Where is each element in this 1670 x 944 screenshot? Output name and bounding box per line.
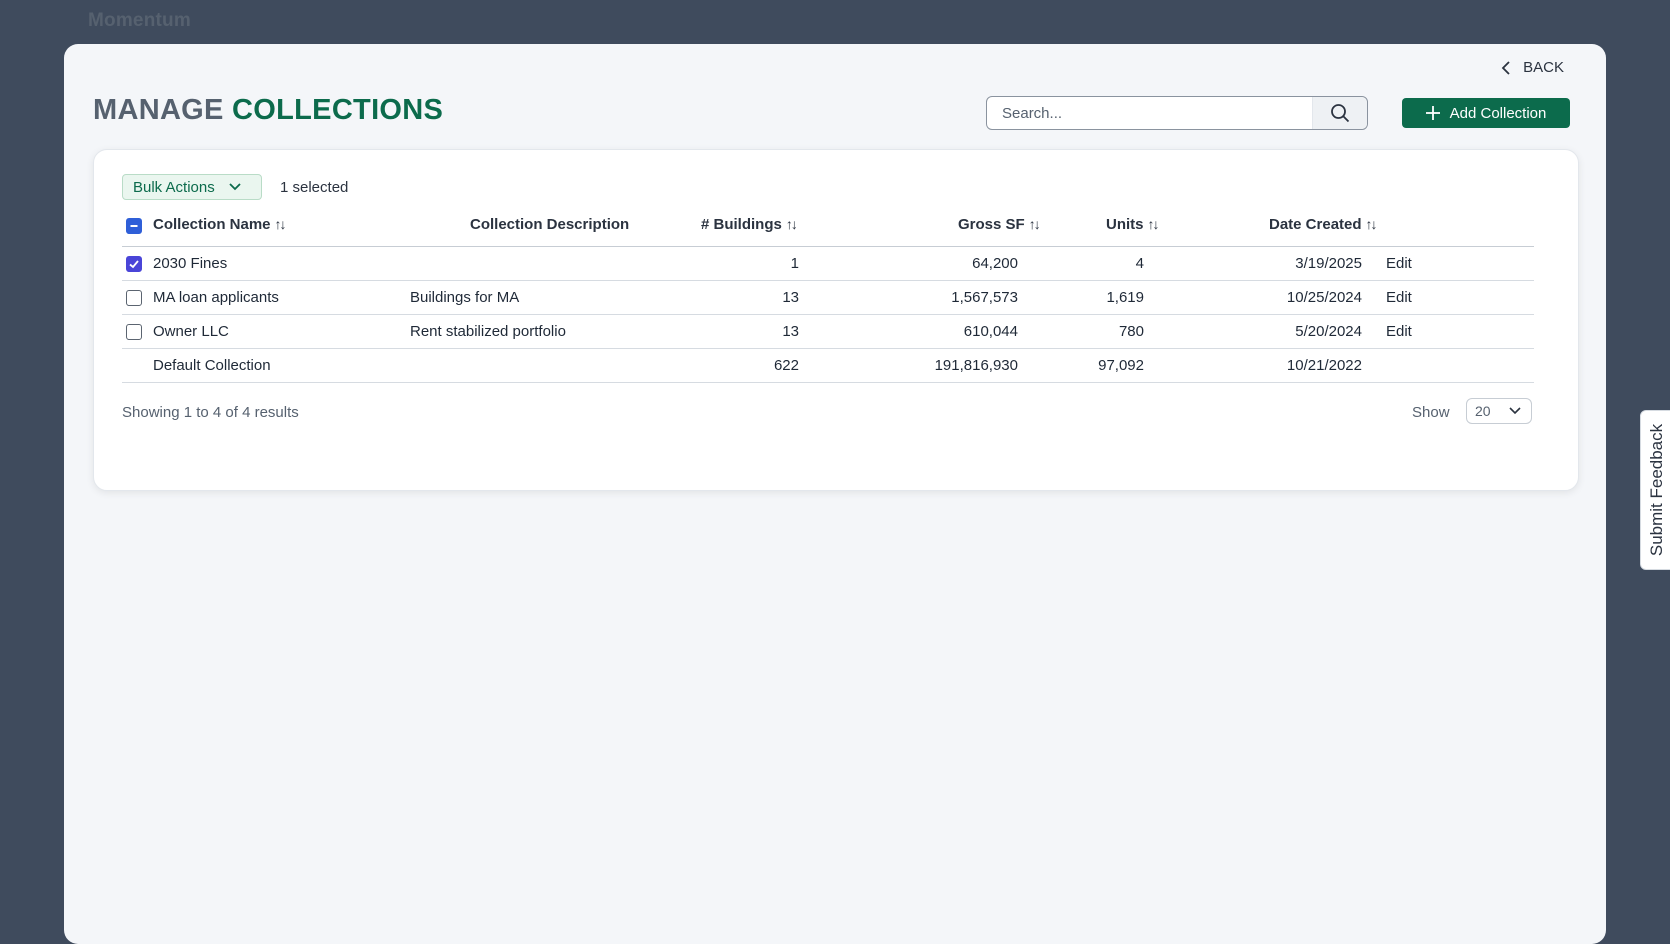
column-header-units-label: Units (1106, 216, 1144, 233)
row-divider (122, 348, 1534, 349)
column-header-buildings[interactable]: # Buildings ↑↓ (701, 216, 798, 233)
cell-buildings: 13 (782, 323, 799, 340)
page-size-value: 20 (1475, 403, 1491, 419)
cell-gross-sf: 610,044 (963, 323, 1018, 340)
cell-date-created: 5/20/2024 (1295, 323, 1362, 340)
row-checkbox[interactable] (126, 324, 142, 340)
cell-date-created: 3/19/2025 (1295, 255, 1362, 272)
bulk-actions-label: Bulk Actions (133, 178, 215, 196)
row-divider (122, 382, 1534, 383)
search-input[interactable] (987, 103, 1314, 123)
search-button[interactable] (1312, 97, 1367, 129)
column-header-units[interactable]: Units ↑↓ (1106, 216, 1160, 233)
search-box (986, 96, 1368, 130)
cell-units: 97,092 (1098, 357, 1144, 374)
results-summary: Showing 1 to 4 of 4 results (122, 404, 299, 421)
column-header-gross-sf[interactable]: Gross SF ↑↓ (958, 216, 1041, 233)
chevron-down-icon (1509, 407, 1521, 415)
row-checkbox[interactable] (126, 290, 142, 306)
cell-gross-sf: 1,567,573 (951, 289, 1018, 306)
chevron-down-icon (229, 183, 241, 191)
sort-icon: ↑↓ (1147, 216, 1160, 232)
sort-icon: ↑↓ (1365, 216, 1378, 232)
submit-feedback-label: Submit Feedback (1647, 423, 1666, 557)
cell-units: 4 (1135, 255, 1144, 272)
search-icon (1331, 104, 1350, 123)
page-title-part1: MANAGE (93, 94, 224, 126)
page-title-part2: COLLECTIONS (232, 94, 444, 126)
sort-icon: ↑↓ (1028, 216, 1041, 232)
cell-name: Default Collection (153, 357, 271, 374)
column-header-name[interactable]: Collection Name ↑↓ (153, 216, 287, 233)
chevron-left-icon (1501, 60, 1510, 75)
sort-icon: ↑↓ (274, 216, 287, 232)
page-title: MANAGE COLLECTIONS (93, 94, 443, 127)
cell-buildings: 13 (782, 289, 799, 306)
column-header-date-created[interactable]: Date Created ↑↓ (1269, 216, 1378, 233)
bulk-actions-dropdown[interactable]: Bulk Actions (122, 174, 262, 200)
page-size-label: Show (1412, 404, 1450, 421)
column-header-description: Collection Description (470, 216, 630, 233)
back-label: BACK (1523, 59, 1564, 76)
minus-icon (130, 225, 138, 227)
cell-name: Owner LLC (153, 323, 229, 340)
cell-gross-sf: 64,200 (972, 255, 1018, 272)
column-header-buildings-label: # Buildings (701, 216, 782, 233)
edit-link[interactable]: Edit (1386, 289, 1412, 306)
main-panel: BACK MANAGE COLLECTIONS Add Collection B… (64, 44, 1606, 944)
select-all-checkbox[interactable] (126, 218, 142, 234)
selected-count: 1 selected (280, 179, 349, 196)
column-header-gross-sf-label: Gross SF (958, 216, 1025, 233)
cell-date-created: 10/21/2022 (1286, 357, 1362, 374)
cell-name: 2030 Fines (153, 255, 228, 272)
submit-feedback-tab[interactable]: Submit Feedback (1640, 410, 1670, 570)
add-collection-button[interactable]: Add Collection (1402, 98, 1570, 128)
cell-buildings: 622 (773, 357, 799, 374)
page-size-select[interactable]: 20 (1466, 398, 1532, 424)
row-checkbox[interactable] (126, 256, 142, 272)
cell-description: Rent stabilized portfolio (410, 323, 566, 340)
edit-link[interactable]: Edit (1386, 323, 1412, 340)
collections-card: Bulk Actions 1 selected Collection Name ↑… (93, 149, 1579, 491)
column-header-date-created-label: Date Created (1269, 216, 1362, 233)
header-divider (122, 246, 1534, 247)
add-collection-label: Add Collection (1449, 104, 1547, 122)
row-divider (122, 314, 1534, 315)
sort-icon: ↑↓ (785, 216, 798, 232)
row-divider (122, 280, 1534, 281)
app-brand: Momentum (88, 10, 191, 31)
cell-gross-sf: 191,816,930 (934, 357, 1018, 374)
checkmark-icon (129, 260, 139, 269)
back-button[interactable]: BACK (1501, 59, 1564, 76)
cell-date-created: 10/25/2024 (1286, 289, 1362, 306)
cell-name: MA loan applicants (153, 289, 279, 306)
column-header-name-label: Collection Name (153, 216, 271, 233)
cell-buildings: 1 (790, 255, 799, 272)
edit-link[interactable]: Edit (1386, 255, 1412, 272)
cell-units: 780 (1118, 323, 1144, 340)
cell-description: Buildings for MA (410, 289, 520, 306)
cell-units: 1,619 (1106, 289, 1144, 306)
plus-icon (1425, 106, 1440, 120)
